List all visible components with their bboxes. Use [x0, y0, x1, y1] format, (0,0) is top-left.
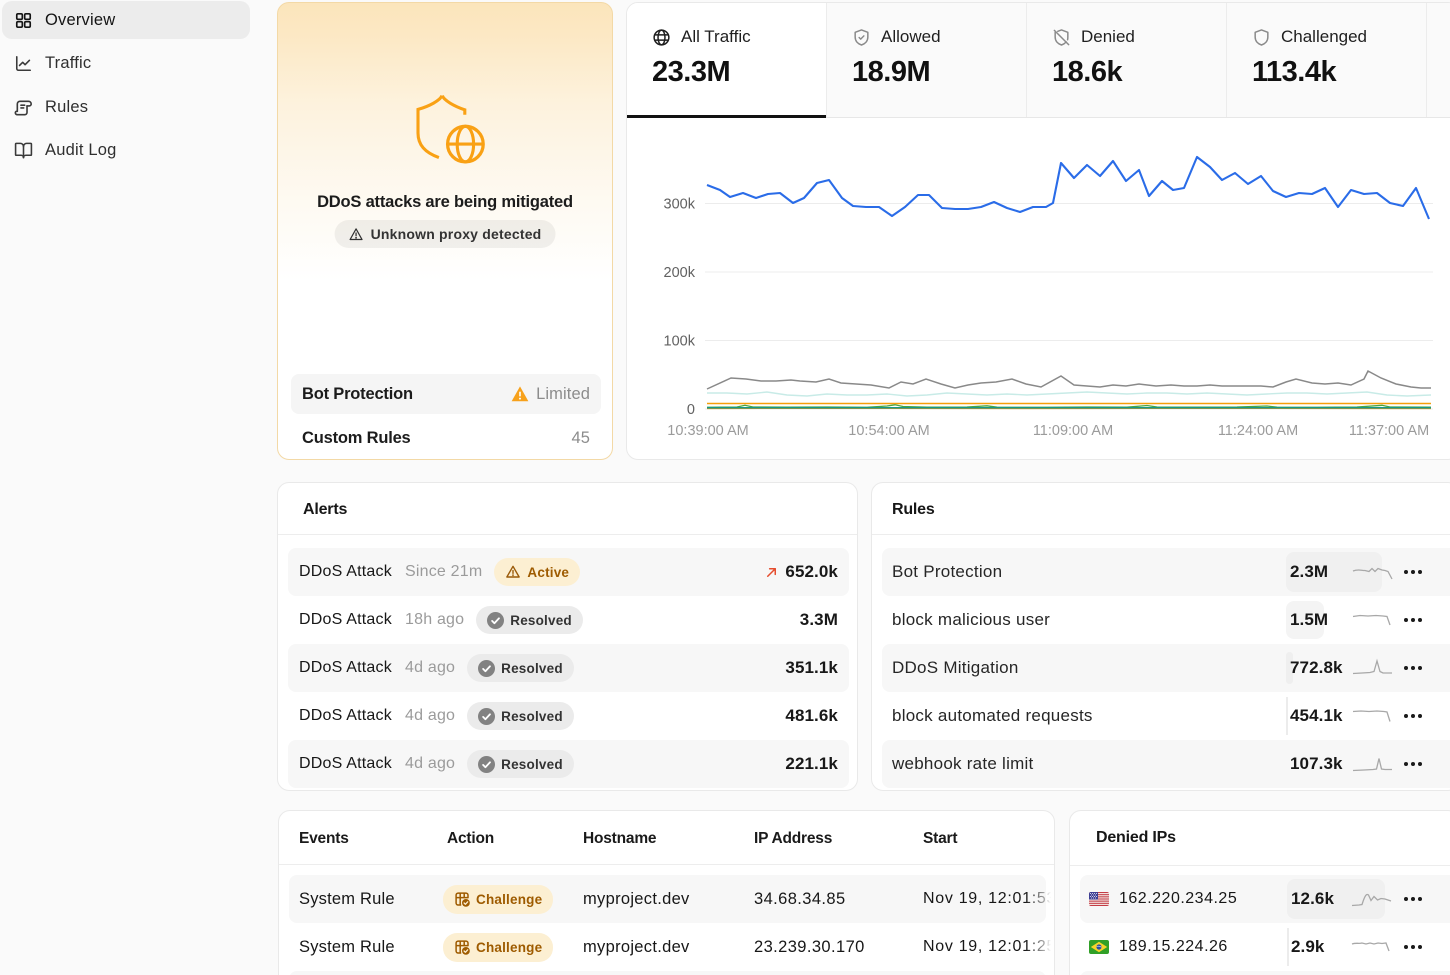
svg-text:200k: 200k	[664, 265, 696, 281]
svg-text:11:09:00 AM: 11:09:00 AM	[1033, 423, 1113, 439]
svg-text:10:54:00 AM: 10:54:00 AM	[848, 423, 929, 439]
svg-text:100k: 100k	[664, 334, 696, 350]
svg-text:0: 0	[687, 402, 695, 418]
svg-text:11:37:00 AM: 11:37:00 AM	[1349, 423, 1429, 439]
svg-text:300k: 300k	[664, 197, 696, 213]
svg-text:11:24:00 AM: 11:24:00 AM	[1218, 423, 1298, 439]
svg-text:10:39:00 AM: 10:39:00 AM	[667, 423, 748, 439]
